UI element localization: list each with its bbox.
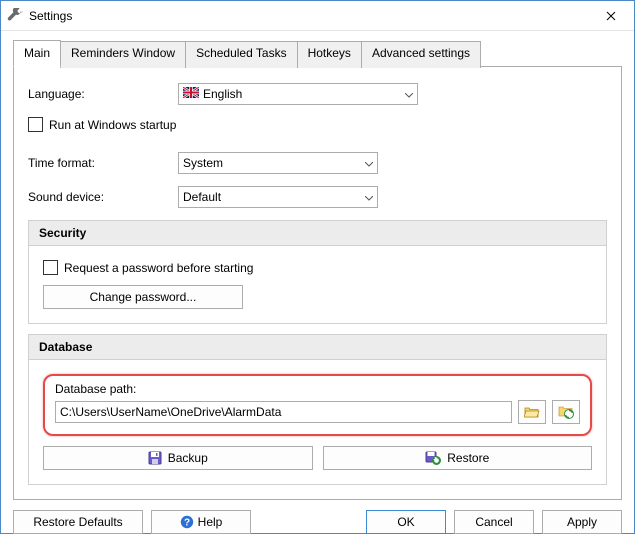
- flag-icon: [183, 87, 199, 101]
- tab-reminders[interactable]: Reminders Window: [60, 41, 186, 68]
- svg-text:?: ?: [184, 518, 190, 529]
- sound-device-combo[interactable]: Default: [178, 186, 378, 208]
- run-startup-checkbox[interactable]: [28, 117, 43, 132]
- security-group: Security Request a password before start…: [28, 220, 607, 324]
- language-row: Language: English: [28, 83, 607, 105]
- restore-defaults-label: Restore Defaults: [33, 515, 122, 529]
- request-password-label: Request a password before starting: [64, 261, 253, 275]
- tab-advanced[interactable]: Advanced settings: [361, 41, 481, 68]
- settings-window: Settings Main Reminders Window Scheduled…: [0, 0, 635, 534]
- database-path-input[interactable]: [55, 401, 512, 423]
- sound-device-value: Default: [183, 190, 221, 204]
- save-icon: [148, 451, 162, 465]
- tab-main[interactable]: Main: [13, 40, 61, 67]
- ok-label: OK: [397, 515, 414, 529]
- sync-icon: [558, 404, 574, 420]
- security-header: Security: [29, 221, 606, 246]
- help-label: Help: [198, 515, 223, 529]
- tab-hotkeys[interactable]: Hotkeys: [297, 41, 362, 68]
- request-password-checkbox[interactable]: [43, 260, 58, 275]
- restore-label: Restore: [447, 451, 489, 465]
- time-format-combo[interactable]: System: [178, 152, 378, 174]
- restore-button[interactable]: Restore: [323, 446, 593, 470]
- help-icon: ?: [180, 515, 194, 529]
- language-value: English: [203, 87, 242, 101]
- database-path-label: Database path:: [55, 382, 580, 396]
- backup-restore-row: Backup Restore: [43, 446, 592, 470]
- window-title: Settings: [29, 9, 588, 23]
- change-password-button[interactable]: Change password...: [43, 285, 243, 309]
- footer: Restore Defaults ? Help OK Cancel Apply: [1, 500, 634, 546]
- apply-label: Apply: [567, 515, 597, 529]
- cancel-button[interactable]: Cancel: [454, 510, 534, 534]
- restore-defaults-button[interactable]: Restore Defaults: [13, 510, 143, 534]
- content: Main Reminders Window Scheduled Tasks Ho…: [1, 31, 634, 500]
- run-startup-label: Run at Windows startup: [49, 118, 176, 132]
- close-button[interactable]: [588, 1, 634, 31]
- language-label: Language:: [28, 87, 178, 101]
- database-path-highlight: Database path:: [43, 374, 592, 436]
- sync-button[interactable]: [552, 400, 580, 424]
- language-combo[interactable]: English: [178, 83, 418, 105]
- close-icon: [606, 11, 616, 21]
- help-button[interactable]: ? Help: [151, 510, 251, 534]
- request-password-row: Request a password before starting: [43, 260, 592, 275]
- chevron-down-icon: [365, 190, 373, 204]
- database-group: Database Database path:: [28, 334, 607, 485]
- time-format-label: Time format:: [28, 156, 178, 170]
- cancel-label: Cancel: [475, 515, 512, 529]
- browse-folder-button[interactable]: [518, 400, 546, 424]
- backup-button[interactable]: Backup: [43, 446, 313, 470]
- database-body: Database path:: [29, 360, 606, 484]
- restore-icon: [425, 451, 441, 465]
- tabs: Main Reminders Window Scheduled Tasks Ho…: [13, 39, 622, 66]
- titlebar: Settings: [1, 1, 634, 31]
- chevron-down-icon: [365, 156, 373, 170]
- tab-scheduled[interactable]: Scheduled Tasks: [185, 41, 298, 68]
- tab-panel-main: Language: English: [13, 66, 622, 500]
- wrench-icon: [7, 8, 23, 24]
- sound-device-label: Sound device:: [28, 190, 178, 204]
- startup-row: Run at Windows startup: [28, 117, 607, 132]
- ok-button[interactable]: OK: [366, 510, 446, 534]
- time-format-value: System: [183, 156, 223, 170]
- backup-label: Backup: [168, 451, 208, 465]
- change-password-label: Change password...: [90, 290, 197, 304]
- security-body: Request a password before starting Chang…: [29, 246, 606, 323]
- database-header: Database: [29, 335, 606, 360]
- sound-device-row: Sound device: Default: [28, 186, 607, 208]
- time-format-row: Time format: System: [28, 152, 607, 174]
- chevron-down-icon: [405, 87, 413, 101]
- folder-open-icon: [524, 405, 540, 419]
- database-path-row: [55, 400, 580, 424]
- apply-button[interactable]: Apply: [542, 510, 622, 534]
